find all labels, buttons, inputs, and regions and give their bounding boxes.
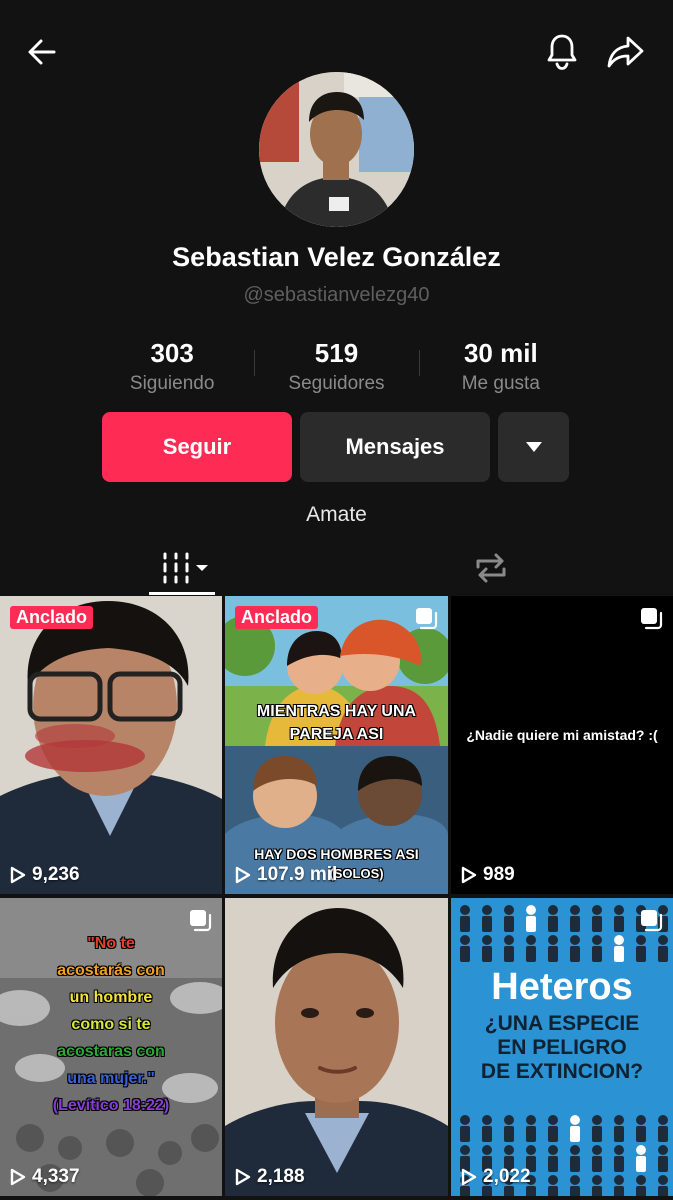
video-tile[interactable]: ¿Nadie quiere mi amistad? :( 989 <box>451 596 673 894</box>
quote-line: una mujer." <box>67 1070 155 1087</box>
quote-line: un hombre <box>69 989 153 1006</box>
play-icon <box>10 1168 26 1186</box>
view-count-value: 2,188 <box>257 1166 305 1187</box>
video-grid: Anclado 9,236 MIENTRAS HAY UNA PAREJA AS… <box>0 596 673 1200</box>
overlay-caption: ¿Nadie quiere mi amistad? :( <box>466 727 658 743</box>
notifications-button[interactable] <box>538 28 586 76</box>
profile-actions: Seguir Mensajes <box>102 412 569 482</box>
play-icon <box>235 1168 251 1186</box>
multi-photo-icon <box>641 608 663 630</box>
stat-following[interactable]: 303 Siguiendo <box>90 338 254 398</box>
stat-label: Siguiendo <box>129 373 215 394</box>
multi-photo-icon <box>190 910 212 932</box>
overlay-bottom-text: HAY DOS HOMBRES ASI <box>254 846 419 862</box>
view-count-value: 107.9 mil <box>257 864 338 885</box>
content-tabs <box>0 540 673 596</box>
caret-down-icon <box>525 442 542 452</box>
share-button[interactable] <box>602 28 650 76</box>
view-count: 989 <box>461 864 515 886</box>
profile-handle: @sebastianvelezg40 <box>243 284 430 306</box>
quote-line: "No te <box>87 935 135 952</box>
stat-label: Seguidores <box>288 373 385 394</box>
pinned-badge: Anclado <box>235 606 319 629</box>
video-tile[interactable]: MIENTRAS HAY UNA PAREJA ASI HAY DOS HOMB… <box>225 596 448 894</box>
view-count-value: 4,337 <box>32 1166 80 1187</box>
subtitle-line: ¿UNA ESPECIE <box>484 1012 640 1035</box>
view-count-value: 989 <box>483 864 515 885</box>
play-icon <box>235 866 251 884</box>
view-count: 2,022 <box>461 1166 531 1188</box>
play-icon <box>461 866 477 884</box>
profile-stats: 303 Siguiendo 519 Seguidores 30 mil Me g… <box>90 338 583 398</box>
stat-label: Me gusta <box>461 373 540 394</box>
play-icon <box>10 866 26 884</box>
video-thumbnail <box>0 596 222 894</box>
play-icon <box>461 1168 477 1186</box>
multi-photo-icon <box>641 910 663 932</box>
tab-reposts[interactable] <box>411 540 571 596</box>
tab-videos[interactable] <box>106 540 266 596</box>
video-tile[interactable]: 2,188 <box>225 898 448 1196</box>
multi-photo-icon <box>416 608 438 630</box>
stat-value: 30 mil <box>463 338 538 368</box>
avatar-photo <box>259 72 414 227</box>
profile-name: Sebastian Velez González <box>172 242 501 272</box>
stat-value: 519 <box>314 338 359 368</box>
video-tile[interactable]: Heteros ¿UNA ESPECIE EN PELIGRO DE EXTIN… <box>451 898 673 1196</box>
subtitle-line: EN PELIGRO <box>497 1036 627 1059</box>
overlay-quote: "No te acostarás con un hombre como si t… <box>0 930 222 1119</box>
view-count: 4,337 <box>10 1166 80 1188</box>
grid-videos-icon <box>163 552 208 584</box>
quote-line: acostaras con <box>57 1043 165 1060</box>
overlay-top-text: MIENTRAS HAY UNA PAREJA ASI <box>256 703 417 743</box>
quote-line: acostarás con <box>57 962 165 979</box>
pinned-badge: Anclado <box>10 606 94 629</box>
view-count: 107.9 mil <box>235 864 337 886</box>
active-tab-indicator <box>149 592 215 595</box>
share-icon <box>607 36 644 68</box>
video-thumbnail <box>225 898 448 1196</box>
quote-line: (Levítico 18:22) <box>52 1097 170 1114</box>
view-count-value: 2,022 <box>483 1166 531 1187</box>
message-button[interactable]: Mensajes <box>300 412 490 482</box>
follow-button[interactable]: Seguir <box>102 412 292 482</box>
arrow-left-icon <box>28 39 56 65</box>
stat-value: 303 <box>150 338 194 368</box>
repost-icon <box>476 553 506 583</box>
back-button[interactable] <box>18 28 66 76</box>
stat-followers[interactable]: 519 Seguidores <box>254 338 418 398</box>
view-count-value: 9,236 <box>32 864 80 885</box>
quote-line: como si te <box>71 1016 151 1033</box>
more-options-button[interactable] <box>498 412 569 482</box>
video-tile[interactable]: Anclado 9,236 <box>0 596 222 894</box>
avatar[interactable] <box>259 72 414 227</box>
overlay-title: Heteros <box>491 966 633 1008</box>
profile-bio: Amate <box>306 503 367 526</box>
stat-likes[interactable]: 30 mil Me gusta <box>418 338 583 398</box>
subtitle-line: DE EXTINCION? <box>480 1060 644 1083</box>
view-count: 2,188 <box>235 1166 305 1188</box>
view-count: 9,236 <box>10 864 80 886</box>
bell-icon <box>547 34 577 70</box>
overlay-subtitle: ¿UNA ESPECIE EN PELIGRO DE EXTINCION? <box>451 1012 673 1084</box>
video-tile[interactable]: "No te acostarás con un hombre como si t… <box>0 898 222 1196</box>
